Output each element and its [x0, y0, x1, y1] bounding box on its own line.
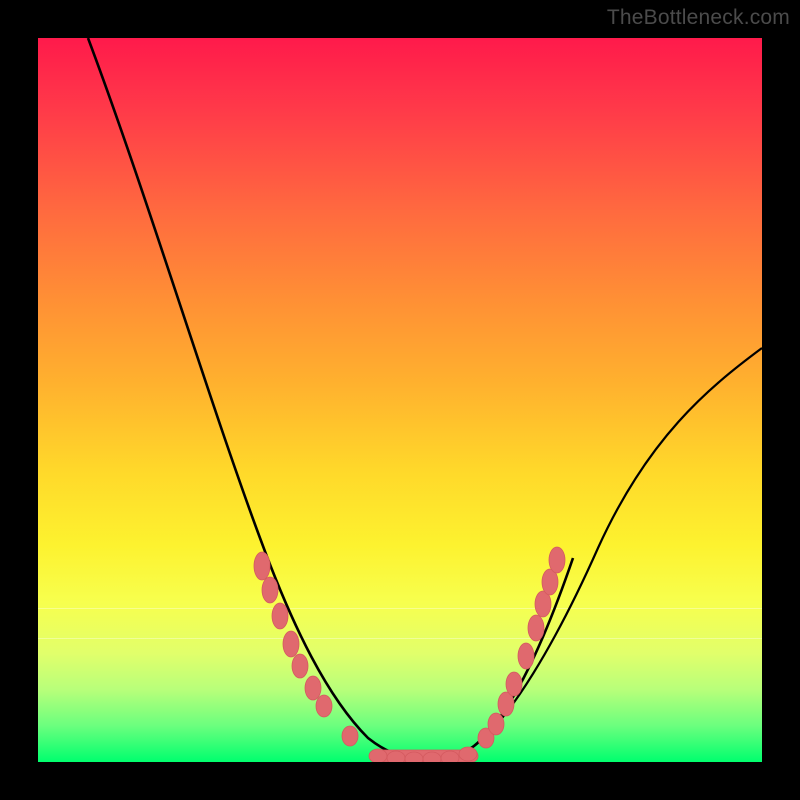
markers-right — [478, 547, 565, 748]
curve-main — [88, 38, 573, 760]
chart-frame: TheBottleneck.com — [0, 0, 800, 800]
watermark-text: TheBottleneck.com — [607, 6, 790, 30]
markers-left — [254, 552, 358, 746]
plot-area — [38, 38, 762, 762]
curves-layer — [38, 38, 762, 762]
